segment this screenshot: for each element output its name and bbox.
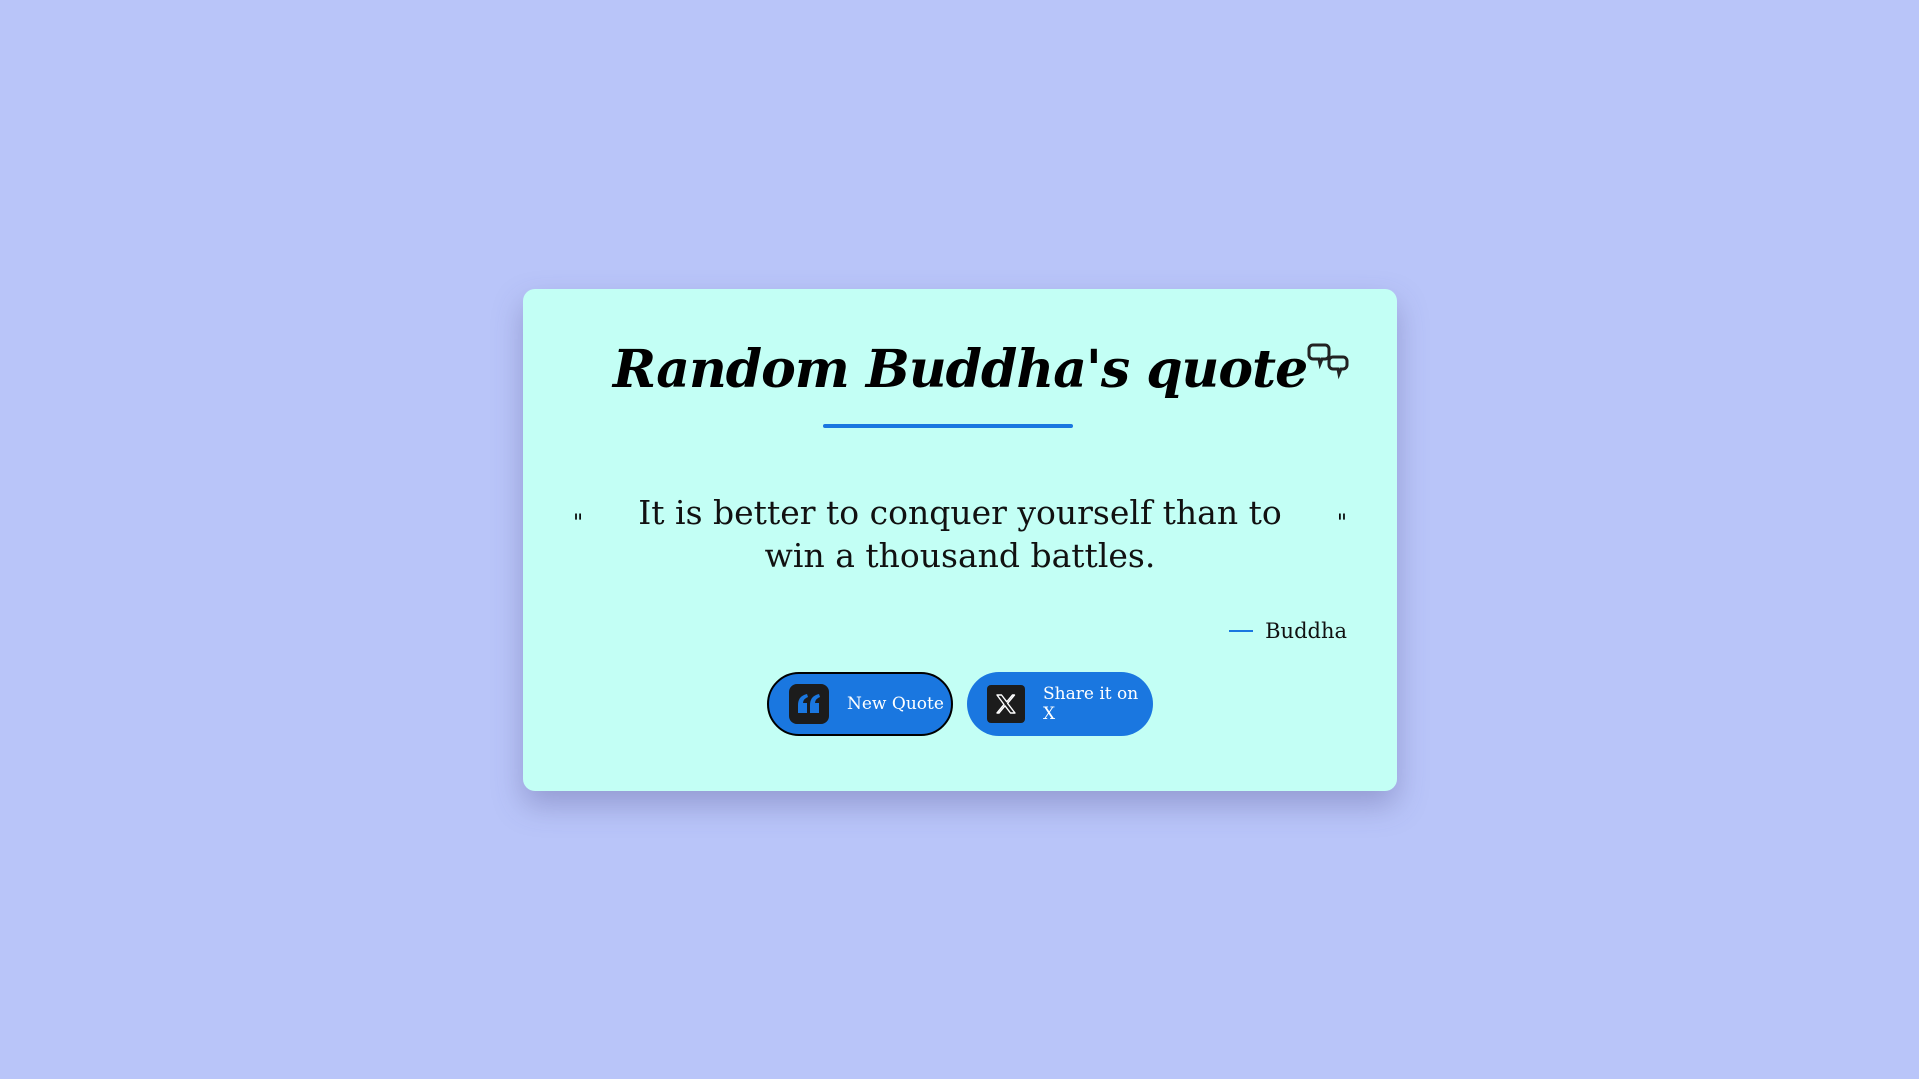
page-title: Random Buddha's quote xyxy=(612,339,1349,400)
open-quote-mark: " xyxy=(573,511,584,536)
x-logo-icon xyxy=(987,685,1025,723)
author-name: Buddha xyxy=(1265,619,1347,643)
share-on-x-button[interactable]: Share it on X xyxy=(967,672,1153,736)
new-quote-button[interactable]: New Quote xyxy=(767,672,953,736)
quote-text: It is better to conquer yourself than to… xyxy=(638,493,1282,575)
new-quote-label: New Quote xyxy=(847,694,944,714)
action-buttons: New Quote Share it on X xyxy=(523,672,1397,736)
share-label: Share it on X xyxy=(1043,684,1139,724)
quote-card: Random Buddha's quote " It is better to … xyxy=(523,289,1397,791)
quote-area: " It is better to conquer yourself than … xyxy=(573,491,1347,591)
close-quote-mark: " xyxy=(1336,511,1347,536)
author-dash xyxy=(1229,630,1254,632)
page-title-text: Random Buddha's quote xyxy=(612,339,1308,400)
title-underline xyxy=(823,424,1073,428)
speech-bubbles-icon xyxy=(1307,343,1349,380)
quote-icon xyxy=(789,684,829,724)
quote-author: Buddha xyxy=(1229,619,1347,643)
title-wrap: Random Buddha's quote xyxy=(523,339,1397,400)
